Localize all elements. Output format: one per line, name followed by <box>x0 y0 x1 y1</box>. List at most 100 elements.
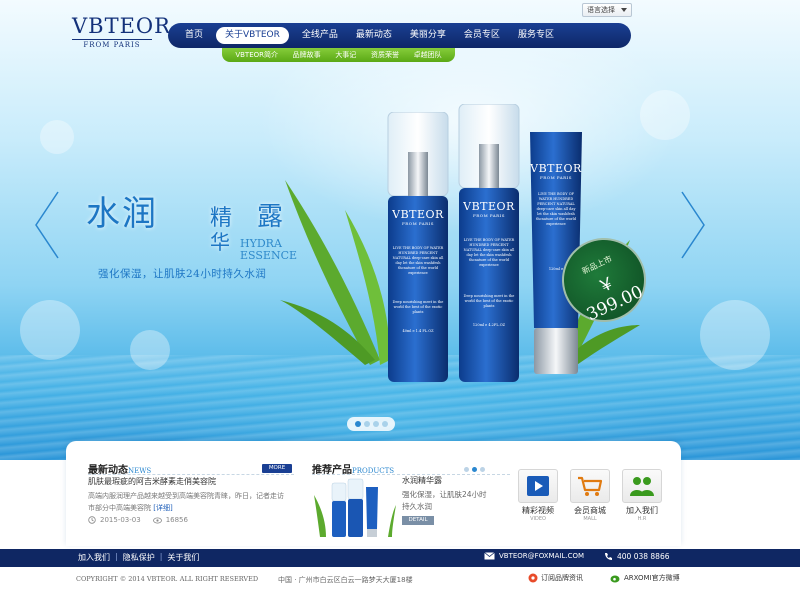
bottle-from: FROM PARIS <box>402 221 434 226</box>
news-more-button[interactable]: MORE <box>262 464 292 473</box>
clock-icon <box>88 516 96 524</box>
recommend-title-en: PRODUCTS <box>352 467 395 475</box>
nav-item-service[interactable]: 服务专区 <box>509 27 563 44</box>
nav-item-about[interactable]: 关于VBTEOR <box>216 27 289 44</box>
news-meta: 2015-03-03 16856 <box>88 516 188 524</box>
news-summary-text: 高端内服润理产品越来越受到高端美容院青睐，昨日，记者走访市部分中高端美容院 <box>88 492 284 512</box>
tile-video-sublabel: VIDEO <box>530 516 546 522</box>
hero-slogan: 强化保湿，让肌肤24小时持久水润 <box>98 268 267 280</box>
tube-brand: VBTEOR <box>530 162 582 175</box>
footer-email-text: VBTEOR@FOXMAIL.COM <box>499 552 585 560</box>
subnav-item-milestones[interactable]: 大事记 <box>335 50 356 60</box>
recommend-dot[interactable] <box>464 467 469 472</box>
news-views: 16856 <box>165 516 188 524</box>
language-select[interactable]: 语言选择 <box>582 3 632 17</box>
slider-dot[interactable] <box>372 421 379 427</box>
product-bottle-small[interactable]: VBTEOR FROM PARIS LIVE THE BODY OF WATER… <box>384 112 452 384</box>
tile-video[interactable]: 精彩视频 VIDEO <box>518 469 558 528</box>
tile-mall-label: 会员商城 <box>574 506 606 515</box>
bokeh-light <box>640 90 690 140</box>
nav-item-share[interactable]: 美丽分享 <box>401 27 455 44</box>
product-bottle-large[interactable]: VBTEOR FROM PARIS LIVE THE BODY OF WATER… <box>456 104 522 384</box>
sub-nav: VBTEOR简介 品牌故事 大事记 资质荣誉 卓越团队 <box>222 48 455 62</box>
recommend-product-image[interactable] <box>312 477 396 539</box>
recommend-product-desc: 强化保湿，让肌肤24小时持久水润 <box>402 490 487 511</box>
footer-separator: | <box>159 552 163 561</box>
subnav-item-team[interactable]: 卓越团队 <box>414 50 442 60</box>
footer-link-join[interactable]: 加入我们 <box>78 552 110 563</box>
recommend-pagination <box>464 467 485 472</box>
recommend-dot[interactable] <box>472 467 477 472</box>
recommend-dot[interactable] <box>480 467 485 472</box>
footer-link-about[interactable]: 关于我们 <box>167 552 199 563</box>
language-select-label: 语言选择 <box>587 6 615 14</box>
social-weibo[interactable]: ARXOMI官方微博 <box>610 573 680 583</box>
arrow-left-icon[interactable] <box>32 190 62 260</box>
news-title: 最新动态 <box>88 465 128 476</box>
main-nav: 首页 关于VBTEOR 全线产品 最新动态 美丽分享 会员专区 服务专区 <box>168 23 631 48</box>
footer-phone-text: 400 038 8866 <box>617 552 670 561</box>
eye-icon <box>152 517 162 523</box>
social-weibo-label: ARXOMI官方微博 <box>624 574 680 582</box>
hero-title-char: 华 <box>210 230 230 254</box>
recommend-detail-button[interactable]: DETAIL <box>402 516 434 525</box>
hero-title-main: 水润 <box>86 194 158 234</box>
hero-title-char: 露 <box>257 202 284 232</box>
bottle-brand: VBTEOR <box>463 200 515 213</box>
news-detail-link[interactable]: [详细] <box>153 504 172 512</box>
hero-title-en: HYDRA ESSENCE <box>240 238 297 262</box>
social-subscribe[interactable]: 订阅品牌资讯 <box>528 573 583 583</box>
subnav-item-story[interactable]: 品牌故事 <box>293 50 321 60</box>
bottle-from: FROM PARIS <box>473 213 505 218</box>
subnav-item-intro[interactable]: VBTEOR简介 <box>235 50 278 60</box>
news-summary: 高端内服润理产品越来越受到高端美容院青睐，昨日，记者走访市部分中高端美容院 [详… <box>88 490 288 514</box>
tube-from: FROM PARIS <box>540 175 572 180</box>
nav-item-members[interactable]: 会员专区 <box>455 27 509 44</box>
nav-item-products[interactable]: 全线产品 <box>293 27 347 44</box>
bottle-copy: LIVE THE BODY OF WATER HUNDRED PERCENT N… <box>392 246 444 275</box>
slider-dot[interactable] <box>363 421 370 427</box>
slider-dot[interactable] <box>354 421 361 427</box>
tile-mall[interactable]: 会员商城 MALL <box>570 469 610 528</box>
weibo-icon <box>610 575 620 583</box>
footer-link-privacy[interactable]: 隐私保护 <box>123 552 155 563</box>
subscribe-icon <box>528 573 538 583</box>
tile-mall-sublabel: MALL <box>583 516 597 522</box>
bottle-copy: LIVE THE BODY OF WATER HUNDRED PERCENT N… <box>463 238 515 267</box>
subnav-item-honors[interactable]: 资质荣誉 <box>371 50 399 60</box>
content-panel: 最新动态NEWS MORE 肌肤最瑕疵的阿吉米酵素走俏美容院 高端内服润理产品越… <box>66 441 681 546</box>
recommend-title: 推荐产品 <box>312 465 352 476</box>
bokeh-light <box>40 120 74 154</box>
people-icon <box>630 477 654 496</box>
cart-icon <box>578 476 603 496</box>
footer-email[interactable]: VBTEOR@FOXMAIL.COM <box>484 552 584 560</box>
footer-separator: | <box>115 552 118 561</box>
address: 中国 · 广州市白云区白云一路梦天大厦18楼 <box>278 576 413 584</box>
nav-item-news[interactable]: 最新动态 <box>347 27 401 44</box>
mail-icon <box>484 552 495 560</box>
arrow-right-icon[interactable] <box>678 190 708 260</box>
copyright: COPYRIGHT © 2014 VBTEOR. ALL RIGHT RESER… <box>76 575 259 583</box>
bottle-copy: Deep nourishing meet in the world the be… <box>392 300 444 314</box>
video-icon <box>527 476 549 496</box>
nav-item-home[interactable]: 首页 <box>176 27 212 44</box>
footer-bar: 加入我们 | 隐私保护 | 关于我们 VBTEOR@FOXMAIL.COM 40… <box>0 549 800 567</box>
bottle-size: 120ml e 4.2FL.OZ <box>472 323 506 327</box>
recommend-product-name[interactable]: 水润精华露 <box>402 475 442 486</box>
brand-logo[interactable]: VBTEOR FROM PARIS <box>72 14 171 49</box>
logo-tagline: FROM PARIS <box>72 39 152 49</box>
news-headline[interactable]: 肌肤最瑕疵的阿吉米酵素走俏美容院 <box>88 476 216 487</box>
tile-join[interactable]: 加入我们 H.R <box>622 469 662 528</box>
footer-links: 加入我们 | 隐私保护 | 关于我们 <box>78 552 199 563</box>
bottle-copy: Deep nourishing meet in the world the be… <box>463 294 515 308</box>
tile-video-label: 精彩视频 <box>522 506 554 515</box>
tile-join-label: 加入我们 <box>626 506 658 515</box>
news-title-en: NEWS <box>128 467 152 475</box>
footer-phone: 400 038 8866 <box>604 552 670 561</box>
bottle-brand: VBTEOR <box>392 208 444 221</box>
chevron-down-icon <box>621 8 627 12</box>
slider-dot[interactable] <box>381 421 388 427</box>
slider-pagination <box>347 417 395 431</box>
logo-wordmark: VBTEOR <box>72 14 171 38</box>
bokeh-light <box>20 300 80 360</box>
